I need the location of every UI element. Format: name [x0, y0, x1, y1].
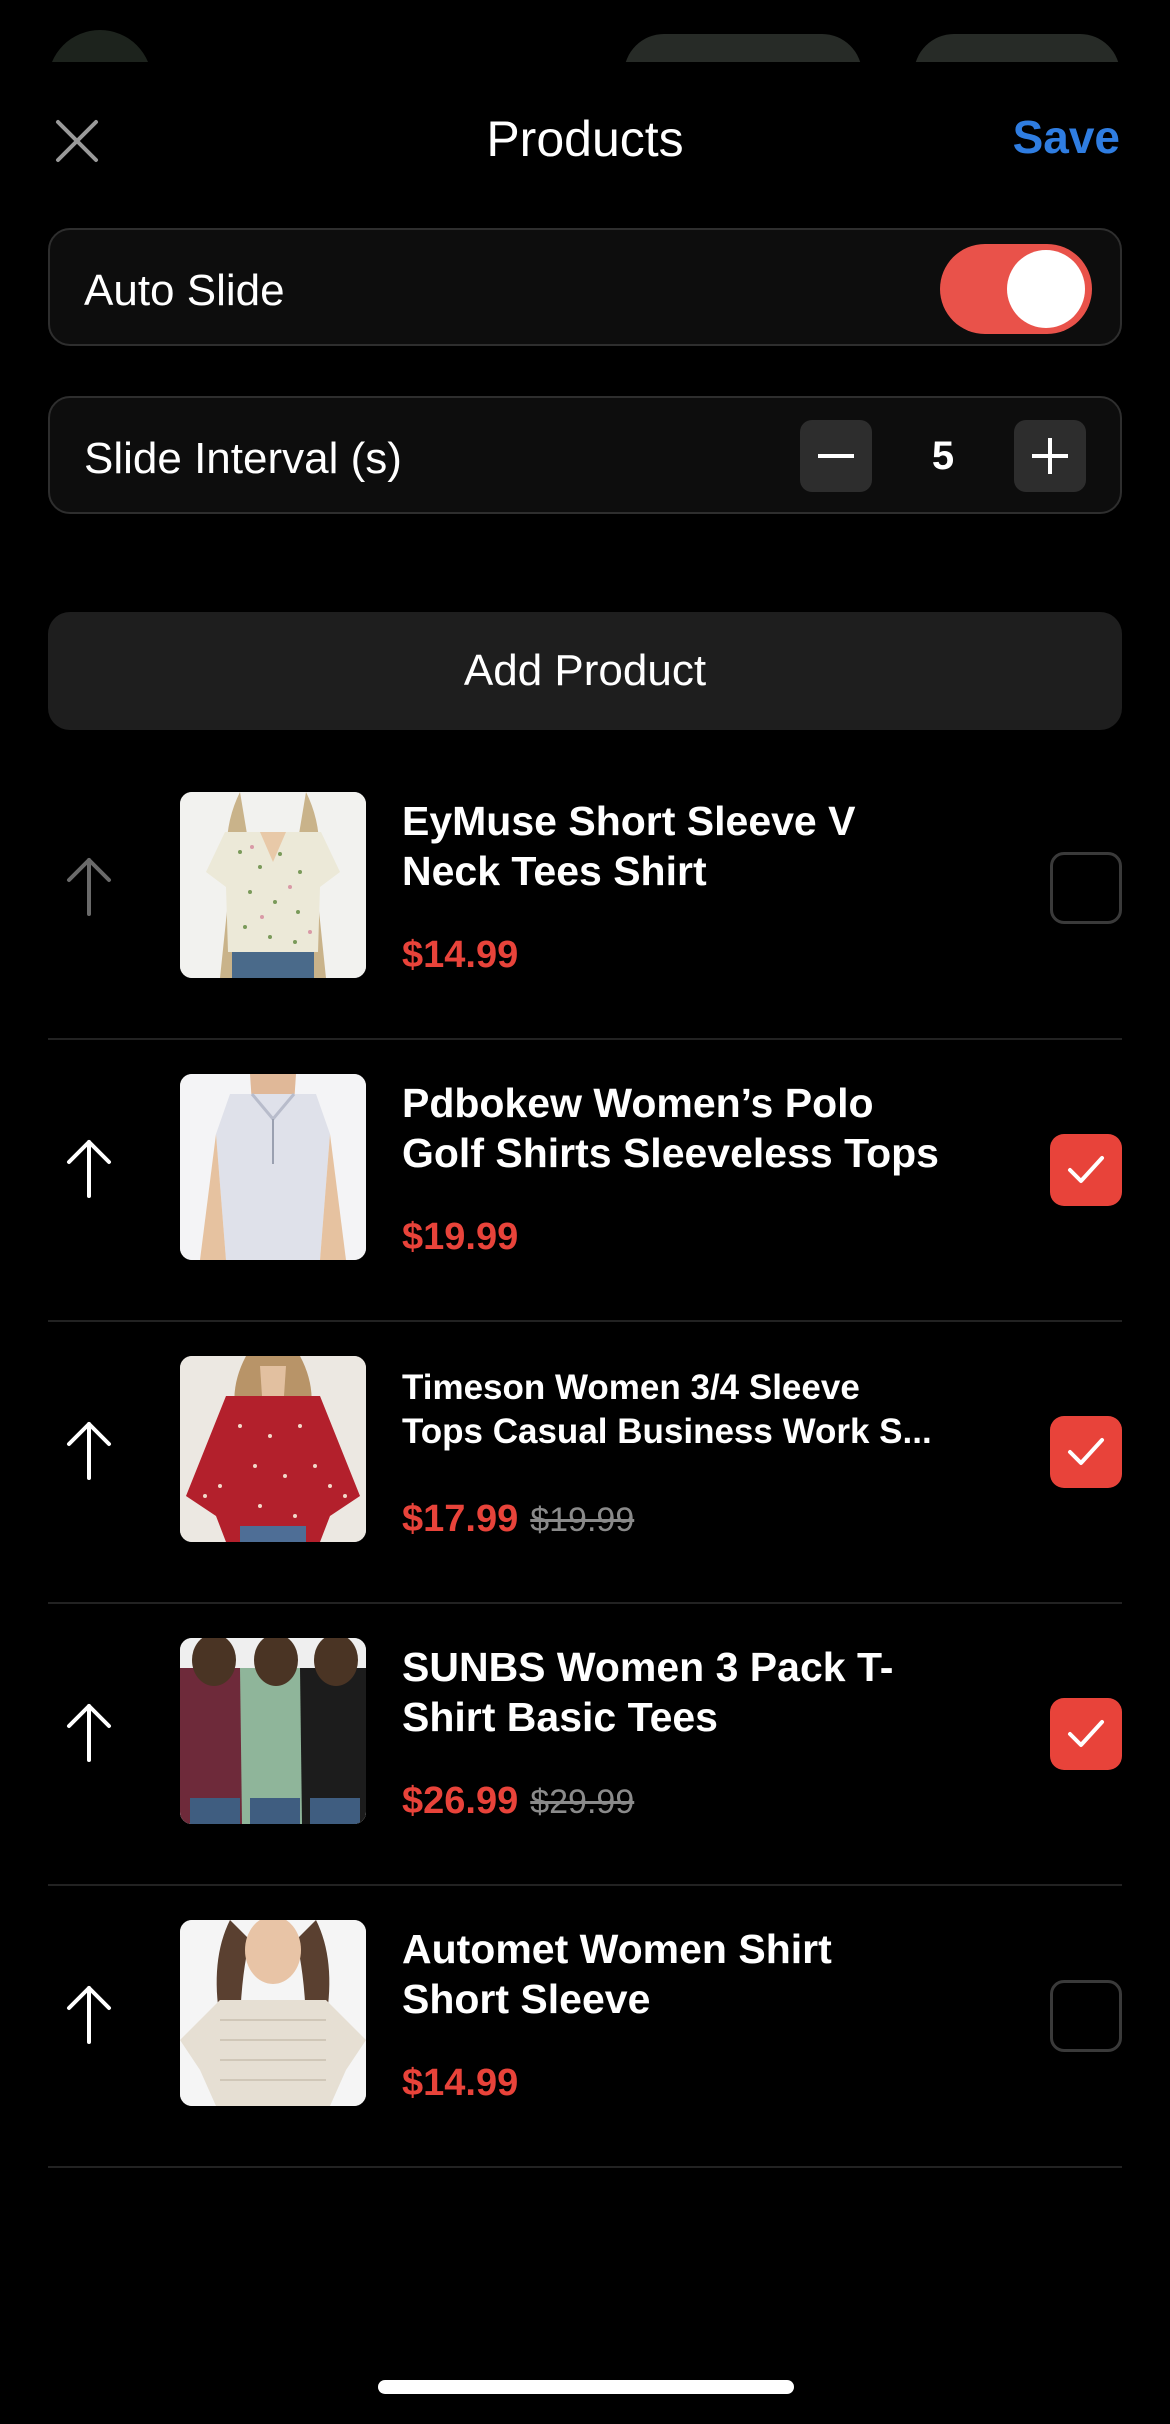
move-up-button[interactable]	[56, 1694, 122, 1774]
product-checkbox[interactable]	[1050, 1980, 1122, 2052]
toggle-knob	[1007, 250, 1085, 328]
checkmark-icon	[1068, 1720, 1104, 1747]
original-price: $29.99	[530, 1783, 635, 1821]
product-checkbox[interactable]	[1050, 852, 1122, 924]
product-image	[180, 792, 366, 978]
page-title: Products	[486, 111, 684, 167]
product-name: Pdbokew Women’s Polo Golf Shirts Sleevel…	[402, 1080, 939, 1176]
product-name: Automet Women Shirt Short Sleeve	[402, 1926, 832, 2022]
slide-interval-label: Slide Interval (s)	[84, 434, 402, 483]
checkmark-icon	[1068, 1156, 1104, 1183]
increment-button[interactable]	[1014, 420, 1086, 492]
auto-slide-row: Auto Slide	[48, 228, 1122, 346]
product-price: $19.99	[402, 1216, 519, 1258]
product-name: SUNBS Women 3 Pack T- Shirt Basic Tees	[402, 1644, 894, 1740]
interval-value: 5	[931, 434, 955, 478]
original-price: $19.99	[530, 1501, 635, 1539]
product-price: $14.99	[402, 934, 519, 976]
product-row: Pdbokew Women’s Polo Golf Shirts Sleevel…	[48, 1040, 1122, 1322]
product-name: EyMuse Short Sleeve V Neck Tees Shirt	[402, 798, 856, 894]
background-pill-button	[624, 0, 862, 62]
product-checkbox[interactable]	[1050, 1416, 1122, 1488]
product-price: $26.99 $29.99	[402, 1780, 635, 1822]
product-image	[180, 1638, 366, 1824]
background-avatar	[48, 0, 152, 62]
decrement-button[interactable]	[800, 420, 872, 492]
add-product-button[interactable]: Add Product	[48, 612, 1122, 730]
home-indicator	[378, 2380, 794, 2394]
arrow-up-icon	[67, 1140, 111, 1198]
product-row: Timeson Women 3/4 Sleeve Tops Casual Bus…	[48, 1322, 1122, 1604]
arrow-up-icon	[67, 1704, 111, 1762]
auto-slide-label: Auto Slide	[84, 266, 285, 315]
arrow-up-icon	[67, 858, 111, 916]
product-name: Timeson Women 3/4 Sleeve Tops Casual Bus…	[402, 1368, 932, 1451]
arrow-up-icon	[67, 1422, 111, 1480]
product-price: $17.99 $19.99	[402, 1498, 635, 1540]
move-up-button[interactable]	[56, 1412, 122, 1492]
product-row: Automet Women Shirt Short Sleeve $14.99	[48, 1886, 1122, 2168]
product-row: SUNBS Women 3 Pack T- Shirt Basic Tees $…	[48, 1604, 1122, 1886]
product-checkbox[interactable]	[1050, 1134, 1122, 1206]
product-price: $14.99	[402, 2062, 519, 2104]
arrow-up-icon	[67, 1986, 111, 2044]
product-image	[180, 1920, 366, 2106]
product-checkbox[interactable]	[1050, 1698, 1122, 1770]
checkmark-icon	[1068, 1438, 1104, 1465]
move-up-button[interactable]	[56, 848, 122, 928]
product-image	[180, 1356, 366, 1542]
move-up-button[interactable]	[56, 1976, 122, 2056]
slide-interval-row: Slide Interval (s) 5	[48, 396, 1122, 514]
product-row: EyMuse Short Sleeve V Neck Tees Shirt $1…	[48, 758, 1122, 1040]
move-up-button[interactable]	[56, 1130, 122, 1210]
auto-slide-toggle[interactable]	[940, 244, 1092, 334]
save-button[interactable]: Save	[1013, 110, 1120, 164]
product-image	[180, 1074, 366, 1260]
background-pill-button	[914, 0, 1120, 62]
